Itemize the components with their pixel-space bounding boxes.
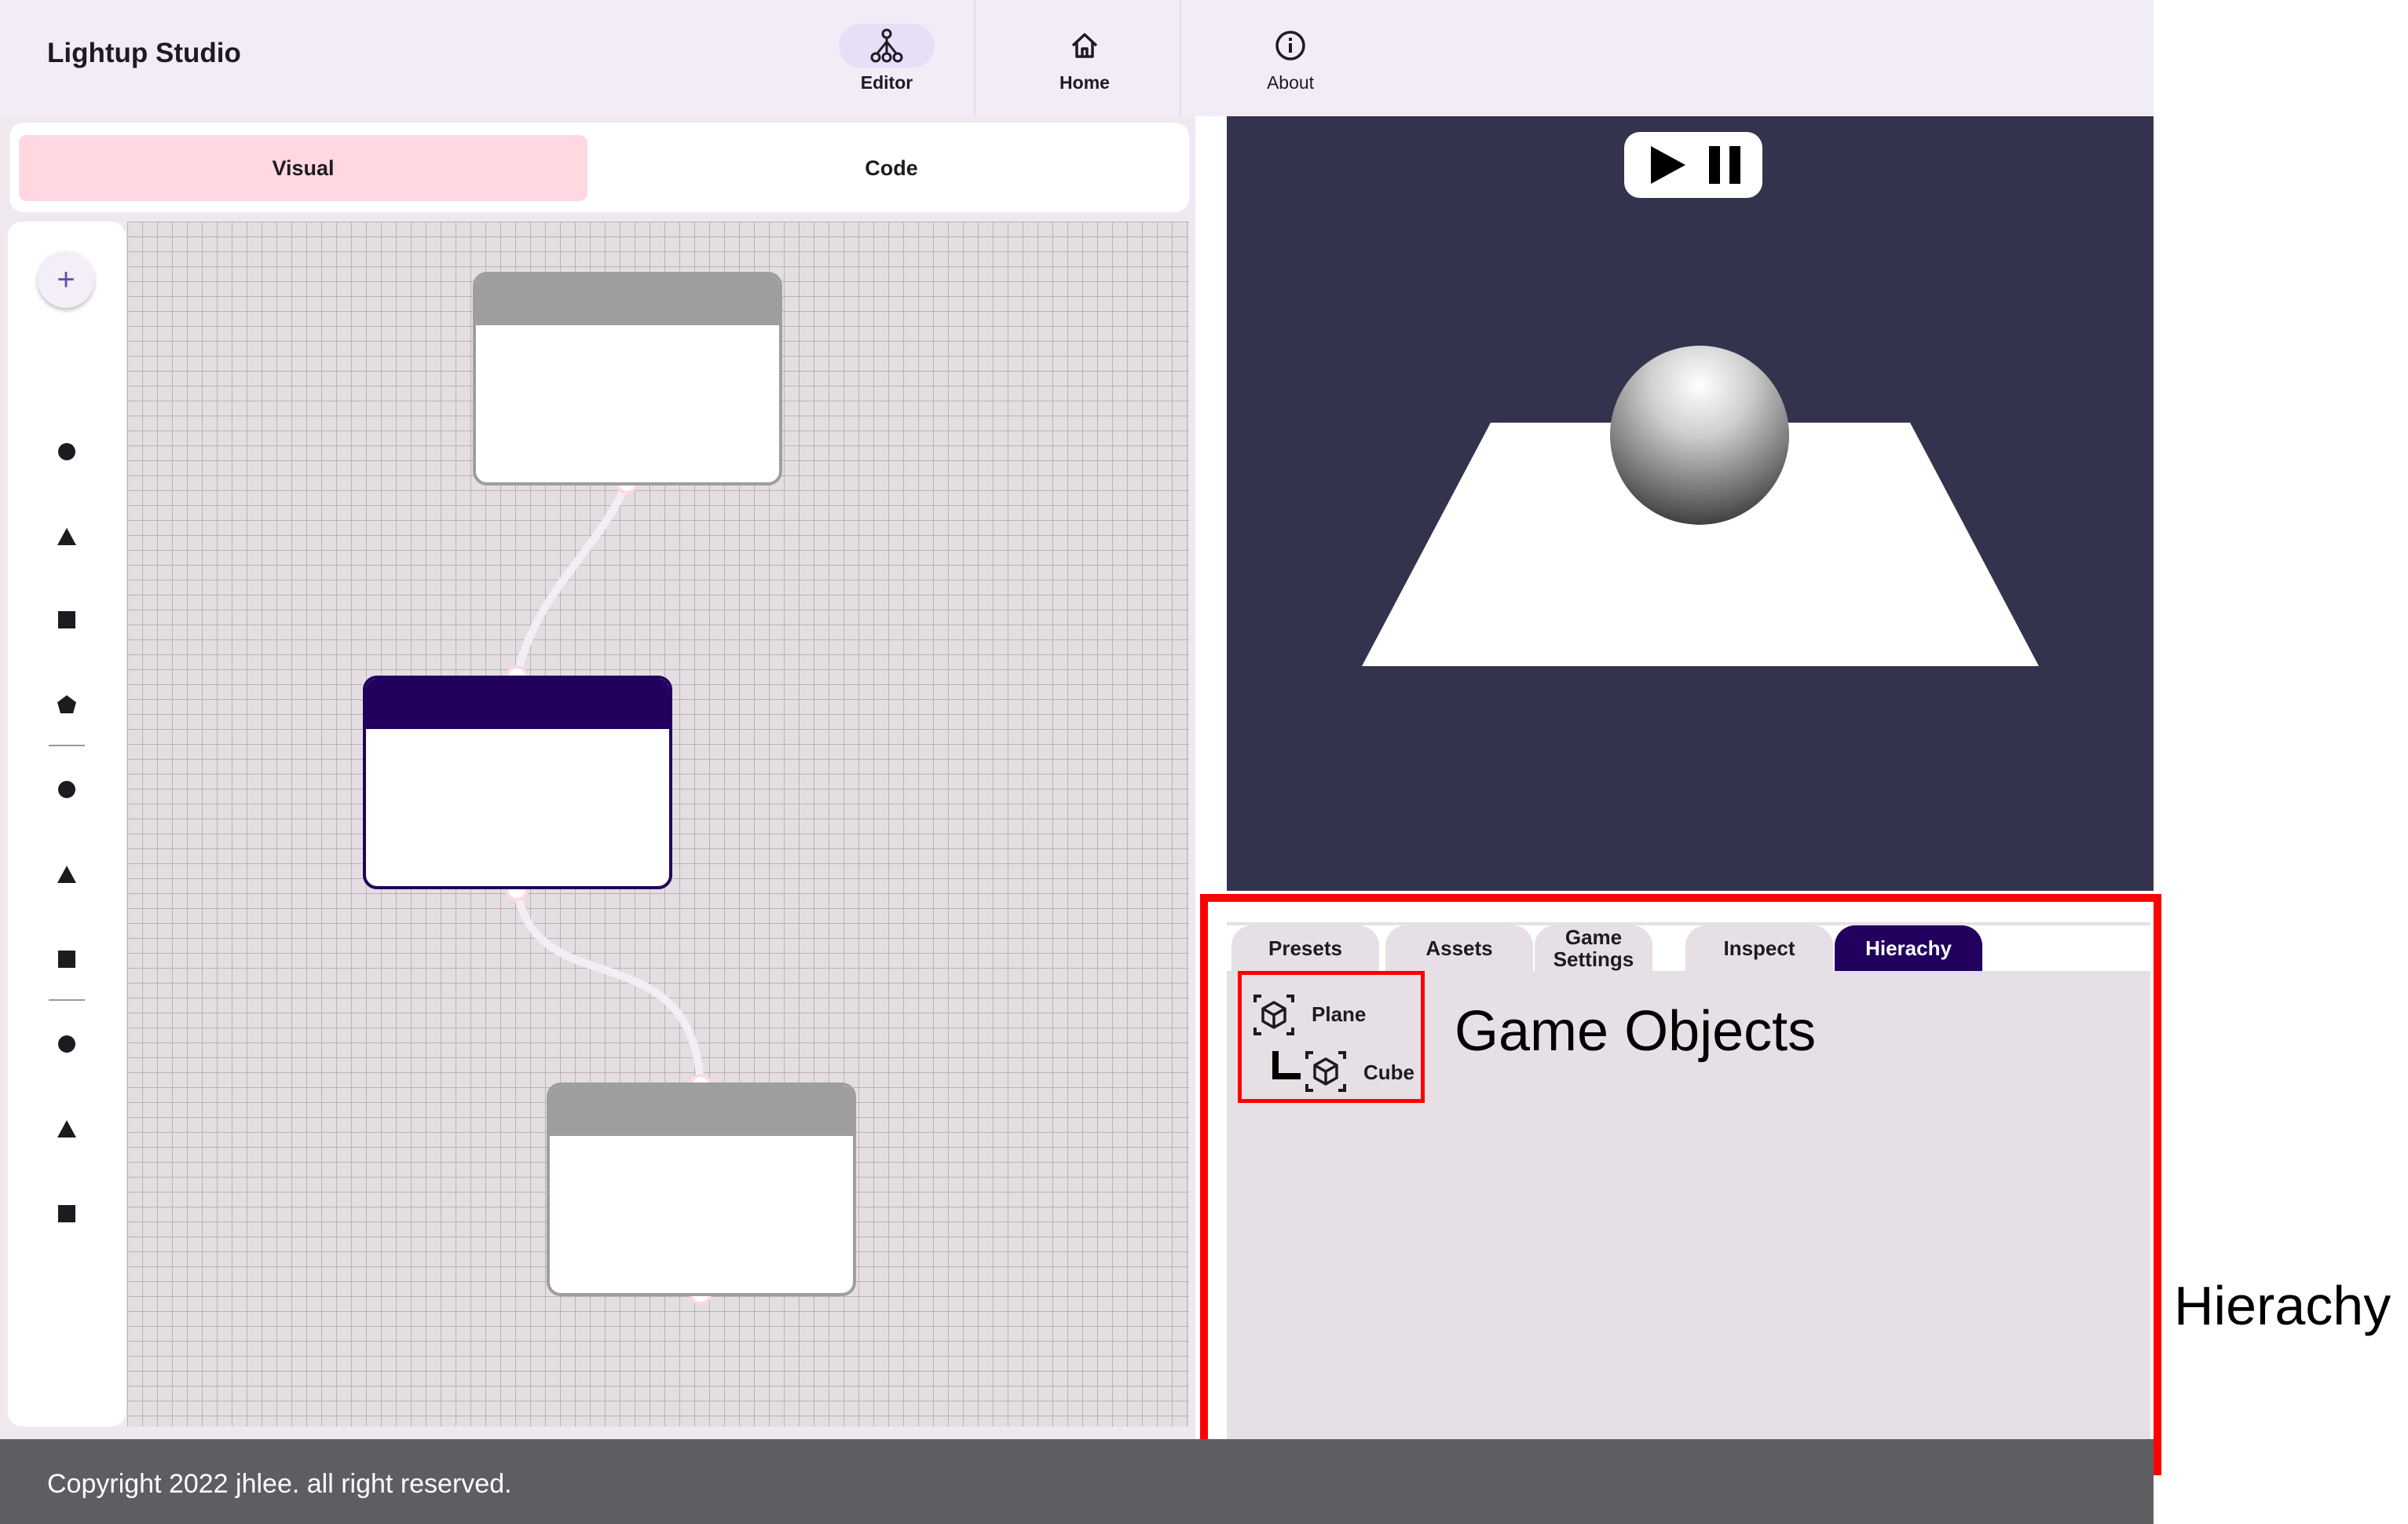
node-block-selected[interactable] [363, 676, 672, 889]
pentagon-icon[interactable] [47, 685, 86, 724]
scene-render [1362, 346, 2039, 666]
nav-divider [974, 0, 975, 116]
hierachy-annotation: Hierachy [2174, 1275, 2392, 1336]
info-icon [1242, 24, 1338, 68]
triangle-icon[interactable] [47, 855, 86, 894]
home-icon [1037, 24, 1133, 68]
circle-icon[interactable] [47, 432, 86, 471]
hierachy-highlight [1200, 894, 2161, 1475]
add-button[interactable]: + [38, 251, 94, 308]
square-icon[interactable] [47, 600, 86, 639]
nav-about-label: About [1266, 71, 1315, 93]
sphere-object [1610, 346, 1789, 525]
nav-editor-label: Editor [860, 71, 913, 93]
circle-icon[interactable] [47, 770, 86, 809]
node-header [366, 679, 669, 729]
app-title: Lightup Studio [47, 38, 241, 68]
square-icon[interactable] [47, 940, 86, 979]
nav-editor[interactable]: Editor [823, 0, 950, 116]
plus-icon: + [57, 262, 75, 297]
nav-divider [1180, 0, 1181, 116]
node-header [550, 1086, 853, 1136]
nav-home-label: Home [1059, 71, 1110, 93]
triangle-icon[interactable] [47, 517, 86, 556]
tree-icon [839, 23, 935, 68]
circle-icon[interactable] [47, 1024, 86, 1064]
nav-home[interactable]: Home [1021, 0, 1148, 116]
segment-visual[interactable]: Visual [19, 135, 587, 201]
node-block[interactable] [547, 1083, 856, 1296]
segment-code[interactable]: Code [603, 135, 1180, 201]
copyright-text: Copyright 2022 jhlee. all right reserved… [47, 1469, 512, 1499]
shape-toolbar [8, 222, 126, 1427]
node-block[interactable] [473, 272, 782, 485]
node-header [476, 275, 779, 325]
toolbar-divider [49, 745, 85, 746]
nav-about[interactable]: About [1227, 0, 1354, 116]
triangle-icon[interactable] [47, 1109, 86, 1148]
square-icon[interactable] [47, 1194, 86, 1233]
toolbar-divider [49, 999, 85, 1001]
